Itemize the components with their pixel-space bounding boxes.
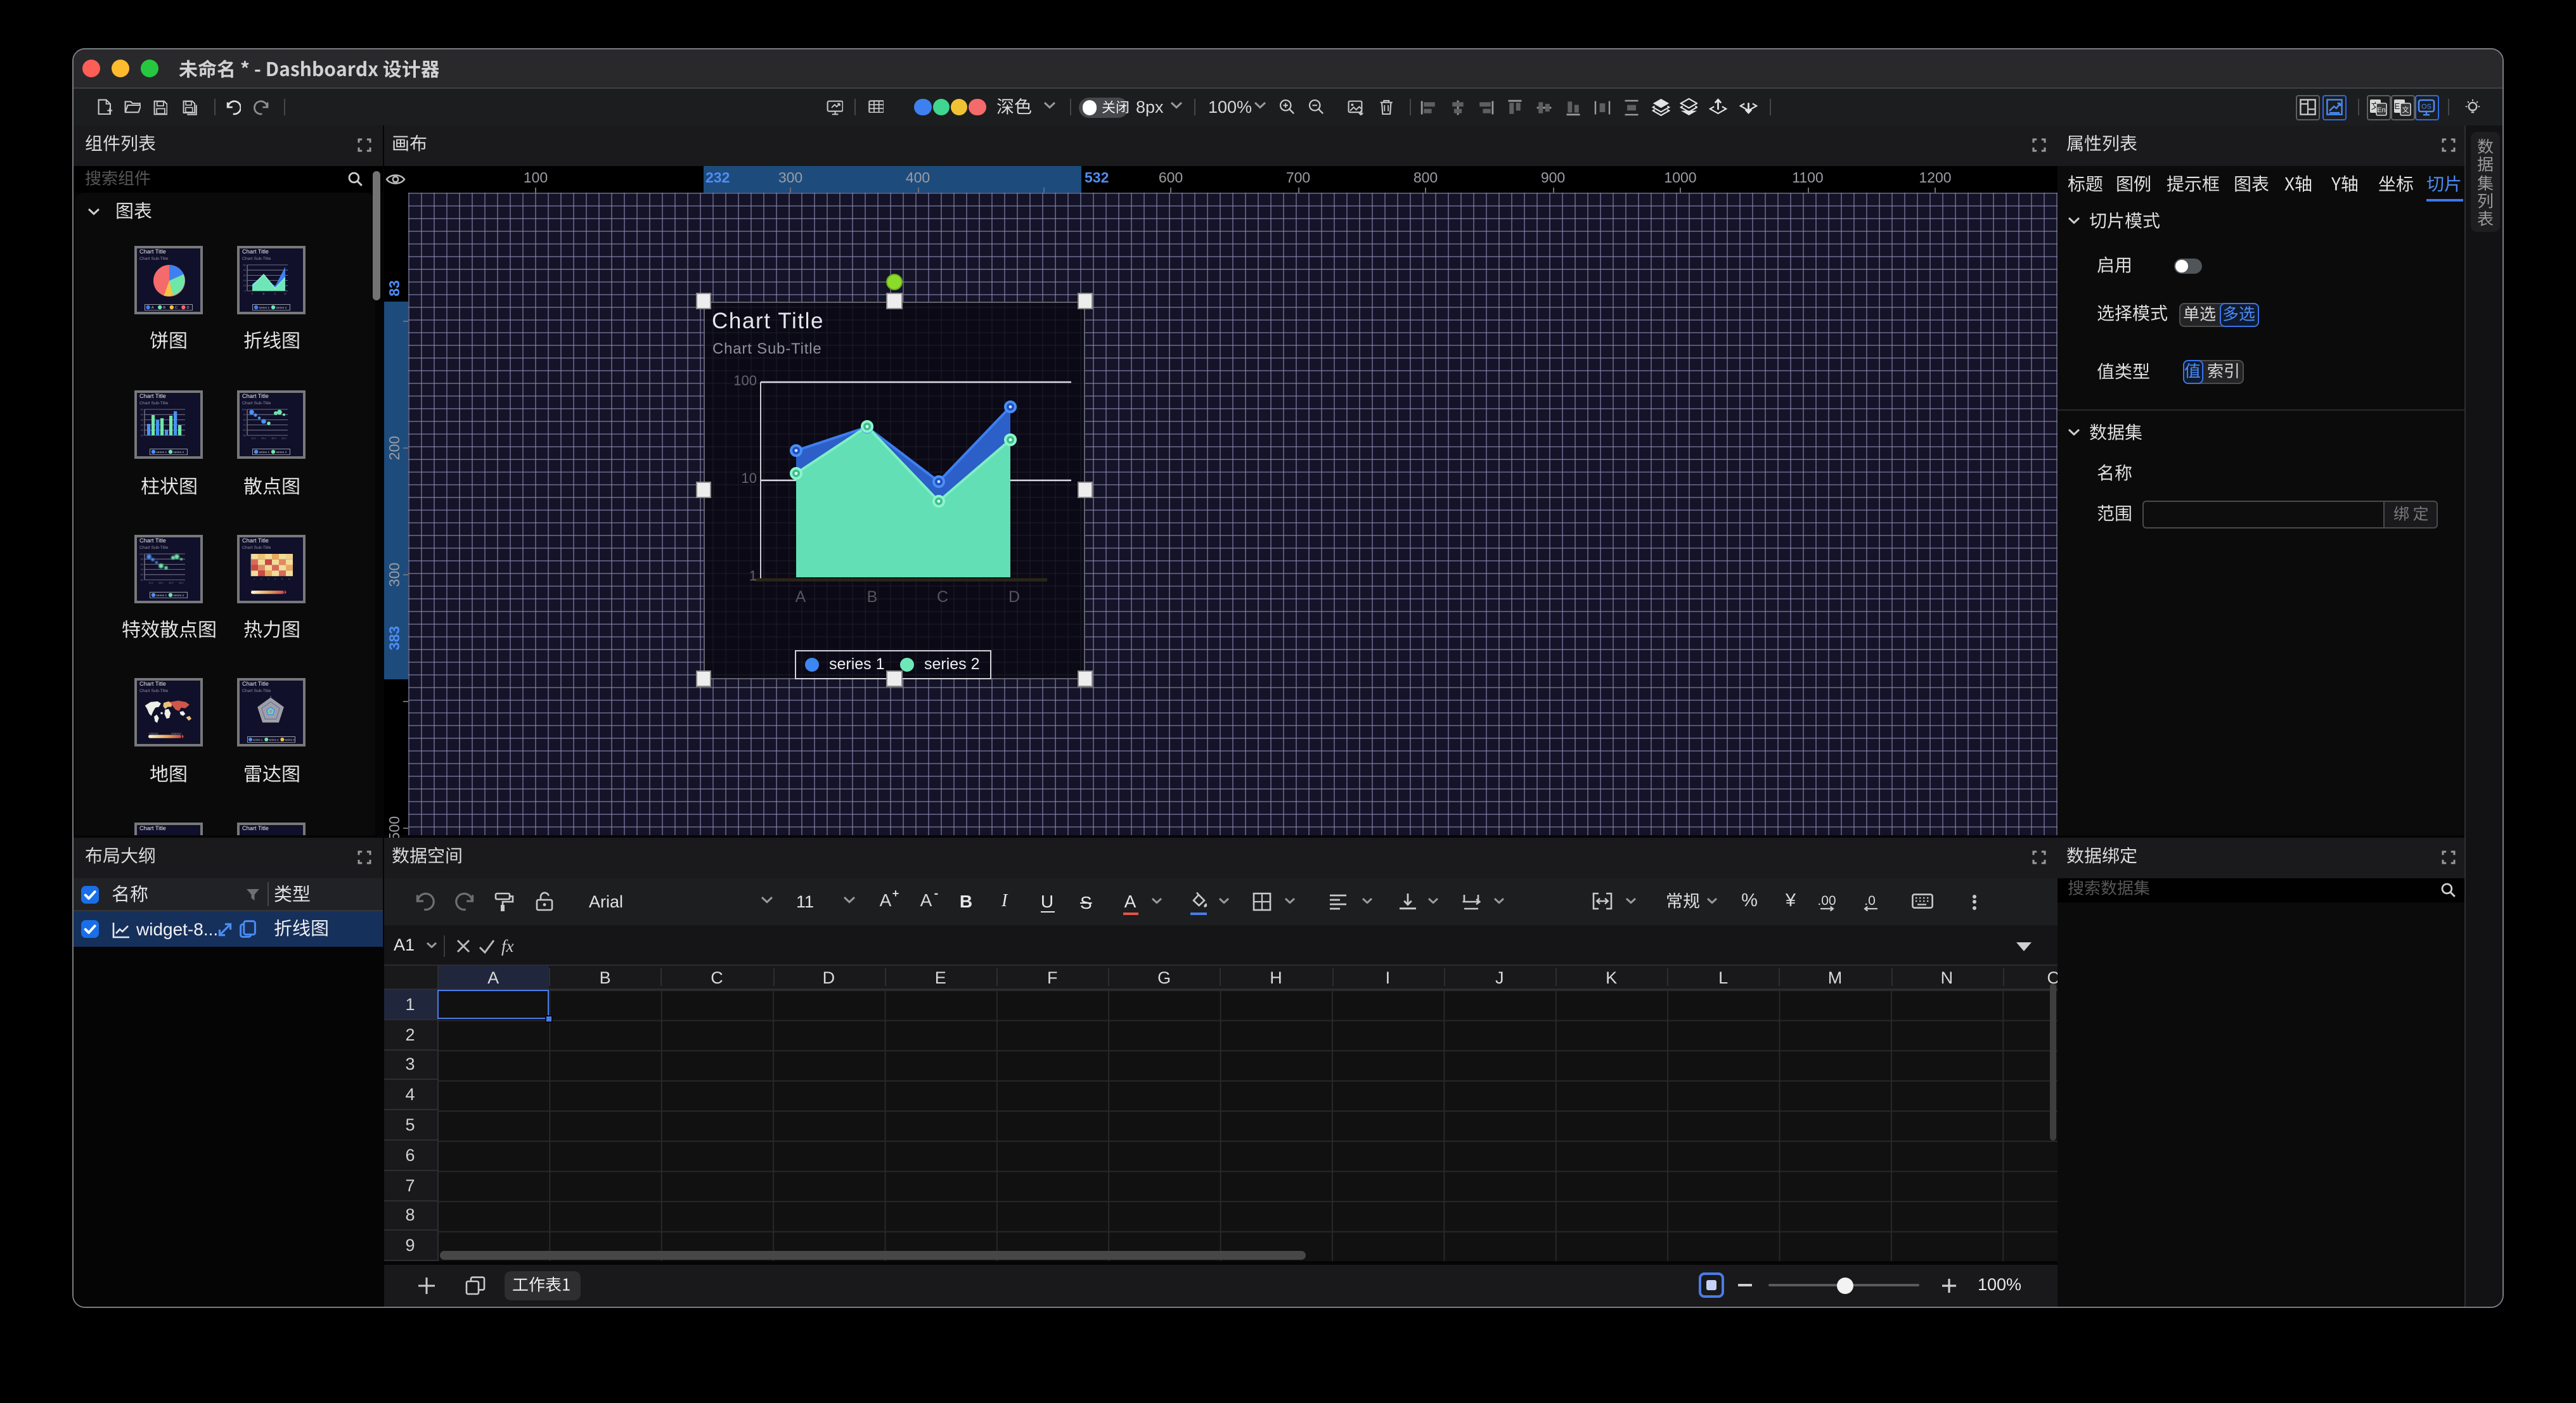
svg-text:series 1: series 1 [259, 450, 269, 454]
svg-text:43.3: 43.3 [149, 581, 153, 584]
svg-text:85.4: 85.4 [159, 581, 164, 584]
svg-text:30: 30 [243, 274, 247, 277]
svg-text:30: 30 [141, 423, 144, 426]
svg-text:A: A [270, 695, 272, 697]
svg-text:series 2: series 2 [173, 594, 184, 598]
svg-text:943800000: 943800000 [171, 732, 181, 734]
svg-text:70: 70 [141, 567, 144, 570]
svg-text:60: 60 [141, 407, 144, 411]
svg-text:C: C [175, 305, 177, 309]
svg-text:2: 2 [261, 577, 262, 580]
svg-text:10: 10 [141, 433, 144, 437]
svg-text:A: A [252, 292, 254, 295]
svg-text:series 2: series 2 [276, 450, 287, 454]
svg-text:0: 0 [245, 289, 247, 292]
svg-text:series 3: series 3 [285, 738, 295, 741]
svg-text:6: 6 [288, 577, 290, 580]
svg-text:5: 5 [281, 577, 283, 580]
svg-text:80: 80 [141, 562, 144, 565]
svg-text:50: 50 [141, 413, 144, 416]
svg-text:series 2: series 2 [269, 738, 279, 741]
svg-text:series 1: series 1 [253, 738, 263, 741]
svg-text:50: 50 [243, 263, 247, 266]
svg-text:0: 0 [251, 589, 252, 591]
svg-text:文: 文 [2402, 105, 2409, 114]
svg-text:70: 70 [243, 423, 247, 426]
svg-text:85.2: 85.2 [179, 581, 184, 584]
svg-text:A: A [151, 305, 154, 309]
svg-text:D: D [284, 292, 286, 295]
svg-text:D: D [187, 305, 190, 309]
svg-text:85.2: 85.2 [282, 437, 287, 440]
svg-text:85.9: 85.9 [169, 581, 174, 584]
svg-text:85.4: 85.4 [262, 437, 266, 440]
svg-text:80: 80 [243, 418, 247, 421]
svg-text:20: 20 [243, 279, 247, 282]
svg-text:20: 20 [141, 428, 144, 432]
svg-text:40: 40 [141, 418, 144, 421]
svg-text:4: 4 [274, 577, 276, 580]
svg-text:90: 90 [141, 557, 144, 560]
svg-text:3: 3 [267, 577, 269, 580]
svg-text:60: 60 [243, 428, 247, 432]
svg-text:series 1: series 1 [156, 450, 167, 454]
svg-text:series 2: series 2 [173, 450, 184, 454]
svg-text:90: 90 [243, 413, 247, 416]
svg-text:series 1: series 1 [259, 305, 269, 309]
svg-text:100: 100 [242, 407, 247, 411]
svg-text:100: 100 [139, 551, 144, 554]
svg-text:series 2: series 2 [276, 305, 287, 309]
svg-text:50: 50 [141, 577, 144, 580]
svg-text:50: 50 [243, 433, 247, 437]
svg-text:60: 60 [141, 572, 144, 575]
svg-text:40: 40 [243, 269, 247, 272]
svg-text:-47800000: -47800000 [148, 732, 158, 734]
svg-text:En: En [2377, 106, 2385, 114]
svg-text:43.3: 43.3 [252, 437, 256, 440]
svg-text:B: B [263, 292, 265, 295]
svg-text:1: 1 [254, 577, 255, 580]
svg-text:series 1: series 1 [156, 594, 167, 598]
svg-text:OS: OS [2421, 103, 2431, 110]
svg-text:10: 10 [243, 284, 247, 287]
svg-text:C: C [274, 292, 276, 295]
svg-text:B: B [163, 305, 165, 309]
svg-text:85.9: 85.9 [272, 437, 276, 440]
